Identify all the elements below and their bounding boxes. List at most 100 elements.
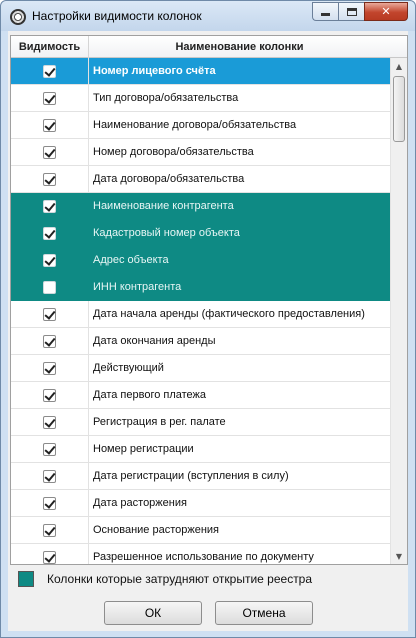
visibility-cell bbox=[11, 166, 89, 192]
grid-header: Видимость Наименование колонки bbox=[11, 36, 407, 58]
legend-swatch bbox=[18, 571, 34, 587]
table-row[interactable]: Дата расторжения bbox=[11, 490, 390, 517]
column-name-cell: Дата регистрации (вступления в силу) bbox=[93, 470, 289, 482]
column-name-cell: Тип договора/обязательства bbox=[93, 92, 239, 104]
column-name-cell: Дата окончания аренды bbox=[93, 335, 216, 347]
dialog-window: Настройки видимости колонок ✕ Видимость … bbox=[0, 0, 416, 638]
legend: Колонки которые затрудняют открытие реес… bbox=[18, 571, 312, 587]
visibility-cell bbox=[11, 220, 89, 246]
visibility-checkbox[interactable] bbox=[43, 361, 56, 375]
table-row[interactable]: Разрешенное использование по документу bbox=[11, 544, 390, 564]
visibility-cell bbox=[11, 355, 89, 381]
table-row[interactable]: Наименование контрагента bbox=[11, 193, 390, 220]
close-button[interactable]: ✕ bbox=[364, 2, 408, 21]
table-row[interactable]: Дата начала аренды (фактического предост… bbox=[11, 301, 390, 328]
table-row[interactable]: Регистрация в рег. палате bbox=[11, 409, 390, 436]
visibility-checkbox[interactable] bbox=[43, 388, 56, 402]
app-icon bbox=[10, 9, 26, 25]
visibility-cell bbox=[11, 274, 89, 300]
header-visibility[interactable]: Видимость bbox=[11, 36, 89, 58]
column-name-cell: Действующий bbox=[93, 362, 164, 374]
table-row[interactable]: Номер договора/обязательства bbox=[11, 139, 390, 166]
visibility-checkbox[interactable] bbox=[43, 199, 56, 213]
visibility-cell bbox=[11, 544, 89, 564]
maximize-button[interactable] bbox=[338, 2, 364, 21]
grid-rows: Номер лицевого счёта Тип договора/обязате… bbox=[11, 58, 390, 564]
visibility-checkbox[interactable] bbox=[43, 550, 56, 564]
column-name-cell: Основание расторжения bbox=[93, 524, 220, 536]
visibility-cell bbox=[11, 247, 89, 273]
table-row[interactable]: Действующий bbox=[11, 355, 390, 382]
minimize-icon bbox=[321, 13, 330, 16]
visibility-checkbox[interactable] bbox=[43, 118, 56, 132]
scroll-down-icon[interactable]: ▼ bbox=[391, 548, 407, 564]
dialog-body: Видимость Наименование колонки Номер лиц… bbox=[8, 31, 408, 631]
visibility-cell bbox=[11, 112, 89, 138]
legend-text: Колонки которые затрудняют открытие реес… bbox=[47, 572, 313, 586]
table-row[interactable]: Дата регистрации (вступления в силу) bbox=[11, 463, 390, 490]
visibility-cell bbox=[11, 58, 89, 84]
table-row[interactable]: Наименование договора/обязательства bbox=[11, 112, 390, 139]
visibility-cell bbox=[11, 328, 89, 354]
visibility-checkbox[interactable] bbox=[43, 253, 56, 267]
visibility-checkbox[interactable] bbox=[43, 469, 56, 483]
table-row[interactable]: ИНН контрагента bbox=[11, 274, 390, 301]
visibility-checkbox[interactable] bbox=[43, 442, 56, 456]
visibility-checkbox[interactable] bbox=[43, 523, 56, 537]
columns-grid: Видимость Наименование колонки Номер лиц… bbox=[10, 35, 408, 565]
visibility-checkbox[interactable] bbox=[43, 64, 56, 78]
table-row[interactable]: Номер лицевого счёта bbox=[11, 58, 390, 85]
title-bar[interactable]: Настройки видимости колонок ✕ bbox=[1, 1, 415, 31]
visibility-cell bbox=[11, 490, 89, 516]
column-name-cell: Дата расторжения bbox=[93, 497, 187, 509]
header-column-name[interactable]: Наименование колонки bbox=[89, 36, 390, 58]
visibility-cell bbox=[11, 193, 89, 219]
column-name-cell: Регистрация в рег. палате bbox=[93, 416, 226, 428]
visibility-cell bbox=[11, 436, 89, 462]
column-name-cell: Наименование договора/обязательства bbox=[93, 119, 297, 131]
minimize-button[interactable] bbox=[312, 2, 338, 21]
table-row[interactable]: Номер регистрации bbox=[11, 436, 390, 463]
visibility-checkbox[interactable] bbox=[43, 280, 56, 294]
column-name-cell: ИНН контрагента bbox=[93, 281, 182, 293]
ok-button[interactable]: ОК bbox=[104, 601, 202, 625]
visibility-cell bbox=[11, 382, 89, 408]
column-name-cell: Разрешенное использование по документу bbox=[93, 551, 314, 563]
visibility-checkbox[interactable] bbox=[43, 415, 56, 429]
table-row[interactable]: Дата договора/обязательства bbox=[11, 166, 390, 193]
table-row[interactable]: Тип договора/обязательства bbox=[11, 85, 390, 112]
visibility-cell bbox=[11, 85, 89, 111]
visibility-cell bbox=[11, 301, 89, 327]
column-name-cell: Дата начала аренды (фактического предост… bbox=[93, 308, 365, 320]
visibility-checkbox[interactable] bbox=[43, 334, 56, 348]
visibility-checkbox[interactable] bbox=[43, 172, 56, 186]
column-name-cell: Наименование контрагента bbox=[93, 200, 234, 212]
visibility-cell bbox=[11, 463, 89, 489]
column-name-cell: Адрес объекта bbox=[93, 254, 169, 266]
table-row[interactable]: Дата окончания аренды bbox=[11, 328, 390, 355]
table-row[interactable]: Основание расторжения bbox=[11, 517, 390, 544]
vertical-scrollbar[interactable]: ▲ ▼ bbox=[390, 58, 407, 564]
close-icon: ✕ bbox=[381, 5, 391, 18]
visibility-checkbox[interactable] bbox=[43, 91, 56, 105]
visibility-cell bbox=[11, 139, 89, 165]
table-row[interactable]: Адрес объекта bbox=[11, 247, 390, 274]
column-name-cell: Номер договора/обязательства bbox=[93, 146, 254, 158]
scroll-up-icon[interactable]: ▲ bbox=[391, 58, 407, 74]
column-name-cell: Номер регистрации bbox=[93, 443, 194, 455]
visibility-checkbox[interactable] bbox=[43, 496, 56, 510]
cancel-button[interactable]: Отмена bbox=[215, 601, 313, 625]
table-row[interactable]: Кадастровый номер объекта bbox=[11, 220, 390, 247]
maximize-icon bbox=[346, 7, 357, 16]
column-name-cell: Кадастровый номер объекта bbox=[93, 227, 240, 239]
window-controls: ✕ bbox=[312, 2, 408, 21]
table-row[interactable]: Дата первого платежа bbox=[11, 382, 390, 409]
visibility-checkbox[interactable] bbox=[43, 145, 56, 159]
column-name-cell: Номер лицевого счёта bbox=[93, 65, 216, 77]
column-name-cell: Дата первого платежа bbox=[93, 389, 207, 401]
column-name-cell: Дата договора/обязательства bbox=[93, 173, 245, 185]
visibility-checkbox[interactable] bbox=[43, 307, 56, 321]
visibility-checkbox[interactable] bbox=[43, 226, 56, 240]
visibility-cell bbox=[11, 409, 89, 435]
scrollbar-thumb[interactable] bbox=[393, 76, 405, 142]
